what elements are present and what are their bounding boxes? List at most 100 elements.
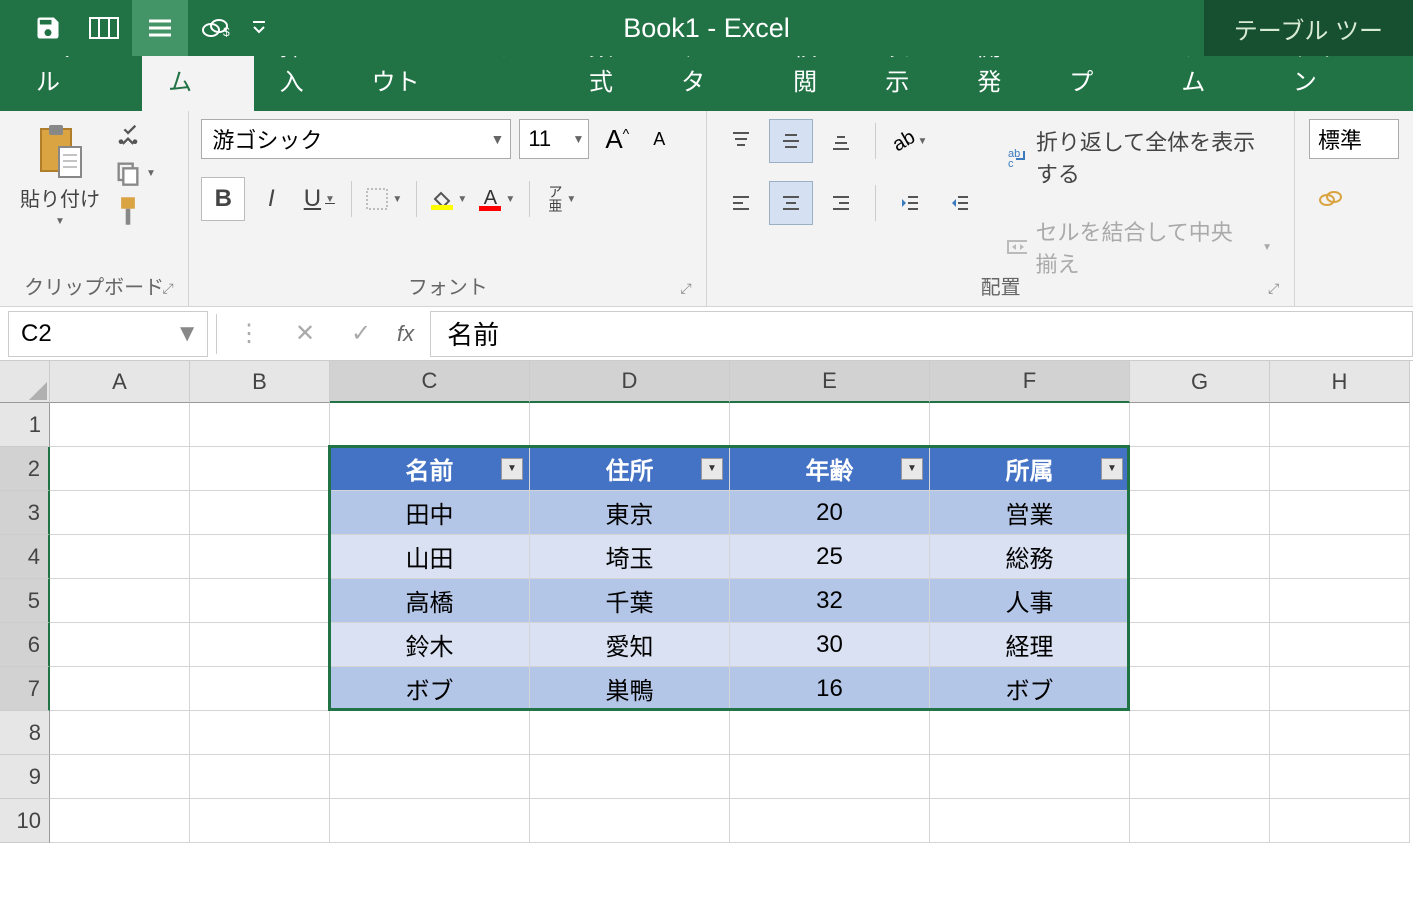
column-header-F[interactable]: F — [930, 361, 1130, 403]
align-middle-button[interactable] — [769, 119, 813, 163]
qat-customize-button[interactable] — [244, 0, 274, 56]
column-header-D[interactable]: D — [530, 361, 730, 403]
align-right-button[interactable] — [819, 181, 863, 225]
cell-E3[interactable]: 20 — [730, 491, 930, 535]
cell-D3[interactable]: 東京 — [530, 491, 730, 535]
cell-A3[interactable] — [50, 491, 190, 535]
cell-C9[interactable] — [330, 755, 530, 799]
cell-H8[interactable] — [1270, 711, 1410, 755]
column-header-H[interactable]: H — [1270, 361, 1410, 403]
cell-A4[interactable] — [50, 535, 190, 579]
cell-G5[interactable] — [1130, 579, 1270, 623]
formula-input[interactable]: 名前 — [430, 311, 1413, 357]
cell-G7[interactable] — [1130, 667, 1270, 711]
cell-C5[interactable]: 高橋 — [330, 579, 530, 623]
cell-F7[interactable]: ボブ — [930, 667, 1130, 711]
cell-A1[interactable] — [50, 403, 190, 447]
align-top-button[interactable] — [719, 119, 763, 163]
cell-G4[interactable] — [1130, 535, 1270, 579]
copy-button[interactable]: ▼ — [114, 159, 156, 187]
font-color-button[interactable]: A▼ — [475, 177, 519, 221]
cell-C6[interactable]: 鈴木 — [330, 623, 530, 667]
clipboard-launcher[interactable]: ⤢ — [162, 280, 180, 298]
orientation-button[interactable]: ab▼ — [888, 119, 932, 163]
cell-G6[interactable] — [1130, 623, 1270, 667]
cell-D1[interactable] — [530, 403, 730, 447]
column-header-G[interactable]: G — [1130, 361, 1270, 403]
cell-E9[interactable] — [730, 755, 930, 799]
decrease-indent-button[interactable] — [888, 181, 932, 225]
cell-A10[interactable] — [50, 799, 190, 843]
cell-D8[interactable] — [530, 711, 730, 755]
cell-H2[interactable] — [1270, 447, 1410, 491]
cell-B3[interactable] — [190, 491, 330, 535]
cell-D9[interactable] — [530, 755, 730, 799]
row-header-4[interactable]: 4 — [0, 535, 50, 579]
cell-E4[interactable]: 25 — [730, 535, 930, 579]
column-header-E[interactable]: E — [730, 361, 930, 403]
cell-E8[interactable] — [730, 711, 930, 755]
cell-D2[interactable]: 住所▼ — [530, 447, 730, 491]
number-format-combo[interactable]: 標準 — [1309, 119, 1399, 159]
cell-A5[interactable] — [50, 579, 190, 623]
cancel-formula-button[interactable]: ✕ — [277, 311, 333, 357]
cell-B2[interactable] — [190, 447, 330, 491]
cell-B10[interactable] — [190, 799, 330, 843]
cell-F5[interactable]: 人事 — [930, 579, 1130, 623]
filter-button-住所[interactable]: ▼ — [701, 458, 723, 480]
phonetic-button[interactable]: ア亜▼ — [540, 177, 584, 221]
cell-H6[interactable] — [1270, 623, 1410, 667]
accounting-format-button[interactable] — [1309, 177, 1353, 221]
cell-H1[interactable] — [1270, 403, 1410, 447]
qat-button-3[interactable] — [132, 0, 188, 56]
cell-E6[interactable]: 30 — [730, 623, 930, 667]
cell-D6[interactable]: 愛知 — [530, 623, 730, 667]
cell-E5[interactable]: 32 — [730, 579, 930, 623]
cell-B5[interactable] — [190, 579, 330, 623]
cell-C10[interactable] — [330, 799, 530, 843]
format-painter-button[interactable] — [114, 195, 156, 227]
fill-color-button[interactable]: ▼ — [427, 177, 471, 221]
decrease-font-button[interactable]: A — [645, 125, 673, 154]
cell-F9[interactable] — [930, 755, 1130, 799]
cell-D5[interactable]: 千葉 — [530, 579, 730, 623]
cell-G1[interactable] — [1130, 403, 1270, 447]
cell-D7[interactable]: 巣鴨 — [530, 667, 730, 711]
cell-C8[interactable] — [330, 711, 530, 755]
filter-button-年齢[interactable]: ▼ — [901, 458, 923, 480]
cell-B6[interactable] — [190, 623, 330, 667]
cell-H5[interactable] — [1270, 579, 1410, 623]
cell-G10[interactable] — [1130, 799, 1270, 843]
alignment-launcher[interactable]: ⤢ — [1268, 280, 1286, 298]
cell-A9[interactable] — [50, 755, 190, 799]
cell-A6[interactable] — [50, 623, 190, 667]
row-header-3[interactable]: 3 — [0, 491, 50, 535]
fx-icon[interactable]: fx — [389, 321, 430, 347]
cell-B9[interactable] — [190, 755, 330, 799]
wrap-text-button[interactable]: abc折り返して全体を表示する — [996, 119, 1282, 195]
align-bottom-button[interactable] — [819, 119, 863, 163]
cell-G9[interactable] — [1130, 755, 1270, 799]
row-header-8[interactable]: 8 — [0, 711, 50, 755]
cell-D4[interactable]: 埼玉 — [530, 535, 730, 579]
row-header-9[interactable]: 9 — [0, 755, 50, 799]
cell-H3[interactable] — [1270, 491, 1410, 535]
cell-B7[interactable] — [190, 667, 330, 711]
cell-C3[interactable]: 田中 — [330, 491, 530, 535]
save-button[interactable] — [20, 0, 76, 56]
column-header-B[interactable]: B — [190, 361, 330, 403]
cell-E10[interactable] — [730, 799, 930, 843]
increase-indent-button[interactable] — [938, 181, 982, 225]
column-header-C[interactable]: C — [330, 361, 530, 403]
cell-E7[interactable]: 16 — [730, 667, 930, 711]
cell-E1[interactable] — [730, 403, 930, 447]
column-header-A[interactable]: A — [50, 361, 190, 403]
font-launcher[interactable]: ⤢ — [680, 280, 698, 298]
paste-button[interactable]: 貼り付け ▼ — [12, 119, 108, 231]
qat-button-4[interactable]: $ — [188, 0, 244, 56]
font-name-combo[interactable]: 游ゴシック▼ — [201, 119, 511, 159]
align-left-button[interactable] — [719, 181, 763, 225]
row-header-10[interactable]: 10 — [0, 799, 50, 843]
select-all-corner[interactable] — [0, 361, 50, 403]
cell-B1[interactable] — [190, 403, 330, 447]
